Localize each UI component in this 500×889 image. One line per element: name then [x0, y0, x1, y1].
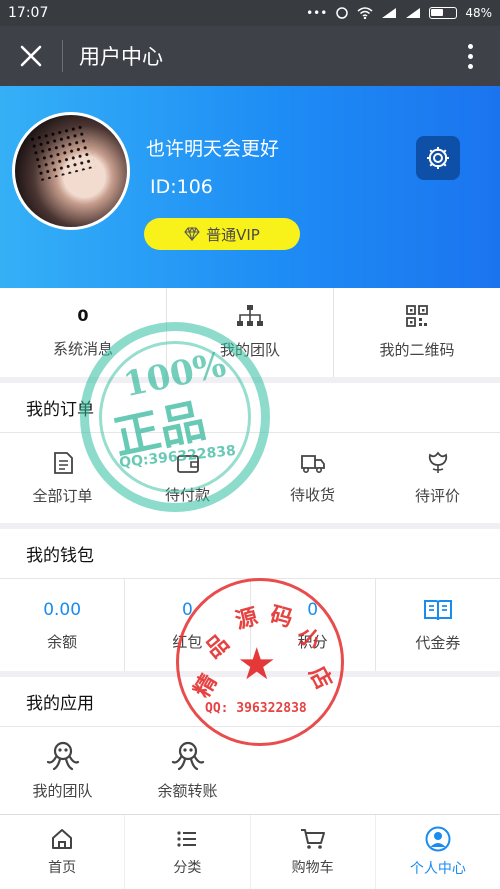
order-label: 待付款: [164, 485, 210, 504]
cart-icon: [300, 829, 325, 849]
list-icon: [177, 831, 197, 847]
order-review[interactable]: 待评价: [375, 433, 500, 523]
wallet-grid: 0.00 余额 0 红包 0 积分 代金券: [0, 579, 500, 671]
status-icons: ••• 48%: [306, 6, 492, 20]
stat-label: 系统消息: [52, 340, 113, 358]
order-unpaid[interactable]: 待付款: [125, 433, 250, 523]
wallet-label: 代金券: [415, 633, 461, 652]
orders-section-title: 我的订单: [0, 383, 500, 433]
balance-value: 0.00: [43, 599, 82, 620]
order-shipping[interactable]: 待收货: [250, 433, 375, 523]
wallet-label: 余额: [47, 632, 78, 651]
tab-label: 购物车: [291, 860, 334, 876]
vip-badge[interactable]: 普通VIP: [144, 218, 300, 250]
close-button[interactable]: [0, 26, 62, 86]
home-icon: [52, 829, 73, 849]
order-all[interactable]: 全部订单: [0, 433, 125, 523]
user-id: ID:106: [150, 176, 213, 198]
more-button[interactable]: [440, 26, 500, 86]
my-team[interactable]: 我的团队: [166, 288, 333, 377]
order-label: 待收货: [289, 485, 335, 504]
tab-profile[interactable]: 个人中心: [374, 815, 500, 889]
profile-header: 也许明天会更好 ID:106 普通VIP: [0, 86, 500, 288]
wallet-balance[interactable]: 0.00 余额: [0, 579, 124, 671]
octopus-icon: [171, 741, 204, 771]
document-icon: [53, 451, 73, 474]
orders-grid: 全部订单 待付款 待收货 待评价: [0, 433, 500, 523]
status-bar: 17:07 ••• 48%: [0, 0, 500, 26]
battery-icon: [429, 7, 458, 19]
app-label: 余额转账: [157, 782, 218, 800]
bottom-tab-bar: 首页 分类 购物车 个人中心: [0, 814, 500, 889]
wallet-red-packet[interactable]: 0 红包: [124, 579, 249, 671]
message-count: 0: [77, 306, 89, 325]
my-qrcode[interactable]: 我的二维码: [333, 288, 500, 377]
apps-grid: 我的团队 余额转账: [0, 727, 500, 814]
tab-home[interactable]: 首页: [0, 815, 124, 889]
red-packet-value: 0: [181, 599, 193, 620]
battery-percent: 48%: [465, 6, 492, 20]
signal-icon-2: [406, 8, 421, 18]
app-label: 我的团队: [32, 782, 93, 800]
app-my-team[interactable]: 我的团队: [0, 727, 125, 814]
close-icon: [20, 45, 42, 67]
tab-label: 分类: [173, 860, 202, 876]
truck-icon: [300, 454, 325, 473]
stat-label: 我的团队: [219, 341, 280, 359]
settings-button[interactable]: [416, 136, 460, 180]
diamond-icon: [184, 227, 200, 241]
notification-dots: •••: [306, 6, 328, 20]
gear-icon: [427, 147, 449, 169]
tab-cart[interactable]: 购物车: [249, 815, 375, 889]
top-bar: 用户中心: [0, 26, 500, 86]
tab-label: 个人中心: [409, 861, 466, 877]
org-chart-icon: [237, 305, 263, 326]
more-icon: [467, 43, 473, 69]
order-label: 全部订单: [32, 486, 93, 505]
wifi-icon: [357, 7, 373, 19]
page-title: 用户中心: [79, 45, 163, 69]
stats-row: 0 系统消息 我的团队 我的二维码: [0, 288, 500, 377]
app-balance-transfer[interactable]: 余额转账: [125, 727, 250, 814]
signal-icon: [382, 8, 397, 18]
tab-label: 首页: [48, 860, 77, 876]
username: 也许明天会更好: [146, 138, 280, 160]
flower-icon: [428, 451, 447, 473]
status-time: 17:07: [8, 5, 49, 21]
wallet-label: 积分: [297, 632, 328, 651]
user-icon: [425, 826, 451, 852]
points-value: 0: [307, 599, 319, 620]
book-icon: [423, 599, 452, 620]
octopus-icon: [46, 741, 79, 771]
system-messages[interactable]: 0 系统消息: [0, 288, 166, 377]
qrcode-icon: [406, 305, 428, 327]
alarm-icon: [336, 7, 349, 19]
wallet-points[interactable]: 0 积分: [249, 579, 375, 671]
vip-label: 普通VIP: [206, 225, 260, 244]
tab-category[interactable]: 分类: [124, 815, 249, 889]
wallet-coupon[interactable]: 代金券: [374, 579, 500, 671]
order-label: 待评价: [414, 486, 460, 505]
wallet-icon: [176, 454, 199, 473]
avatar[interactable]: [12, 112, 130, 230]
stat-label: 我的二维码: [379, 341, 455, 359]
wallet-section-title: 我的钱包: [0, 529, 500, 579]
wallet-label: 红包: [172, 632, 203, 651]
apps-section-title: 我的应用: [0, 677, 500, 727]
